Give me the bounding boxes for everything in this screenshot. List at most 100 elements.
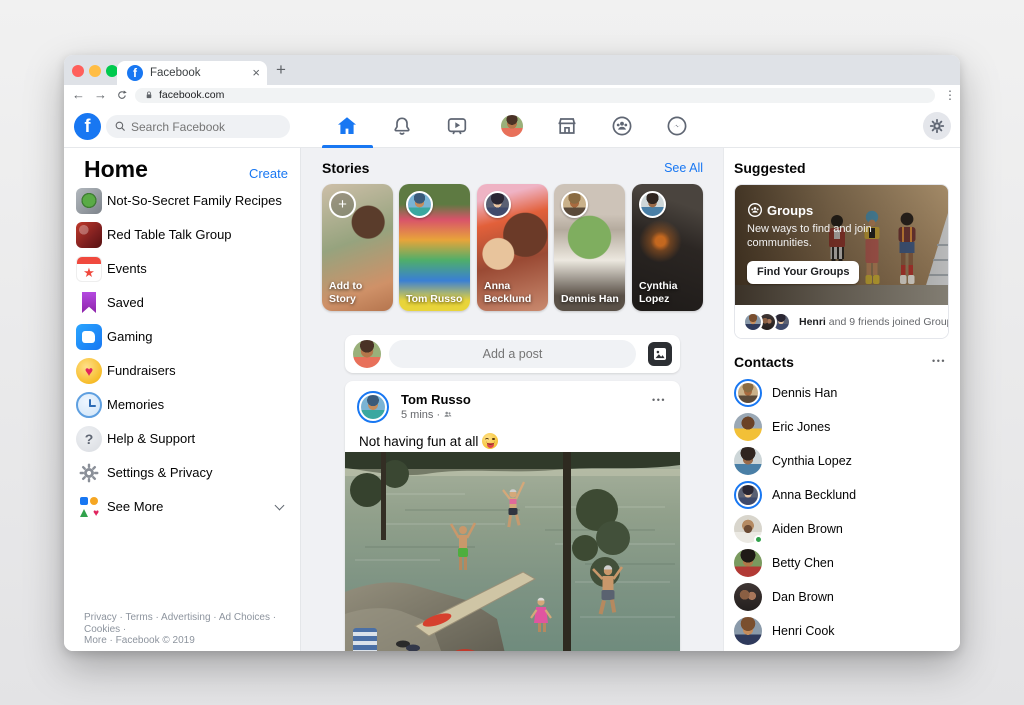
post-timestamp: 5 mins · <box>401 409 453 421</box>
feed-post: Tom Russo 5 mins · ••• Not having fun at… <box>345 381 680 651</box>
browser-tab-bar: f Facebook × + <box>64 55 960 85</box>
question-icon: ? <box>84 431 94 447</box>
composer-avatar[interactable] <box>353 340 381 368</box>
chevron-down-icon[interactable] <box>274 500 285 511</box>
marketplace-icon[interactable] <box>555 114 579 138</box>
facebook-logo[interactable]: f <box>74 113 101 140</box>
sidebar-item-see-more[interactable]: ♥ See More <box>64 490 301 524</box>
story-card-add[interactable]: + Add to Story <box>322 184 393 311</box>
sidebar-item-help[interactable]: ? Help & Support <box>64 422 301 456</box>
settings-gear-button[interactable] <box>923 112 951 140</box>
help-question-icon: ? <box>76 426 102 452</box>
contact-row[interactable]: Dan Brown <box>724 580 960 614</box>
story-card[interactable]: Cynthia Lopez <box>632 184 703 311</box>
friend-avatar <box>743 312 763 332</box>
home-tab-icon[interactable] <box>335 114 359 138</box>
sidebar-item-label: Fundraisers <box>107 363 176 378</box>
messenger-icon[interactable] <box>665 114 689 138</box>
contact-row[interactable]: Betty Chen <box>724 546 960 580</box>
close-window-button[interactable] <box>72 65 84 77</box>
contact-row[interactable]: Eric Jones <box>724 410 960 444</box>
new-tab-button[interactable]: + <box>276 55 286 85</box>
contact-name: Eric Jones <box>772 420 831 434</box>
see-all-link[interactable]: See All <box>664 161 703 175</box>
contact-avatar-story-ring <box>734 481 762 509</box>
contact-row[interactable]: Dennis Han <box>724 376 960 410</box>
suggested-heading: Suggested <box>734 160 806 176</box>
contact-avatar <box>734 583 762 611</box>
sidebar-item-settings[interactable]: Settings & Privacy <box>64 456 301 490</box>
contact-avatar <box>734 617 762 645</box>
contacts-heading: Contacts <box>734 354 794 370</box>
groups-suggestion-card[interactable]: Groups New ways to find and join communi… <box>734 184 949 339</box>
post-text: Not having fun at all <box>359 433 499 449</box>
sidebar-item-fundraisers[interactable]: ♥ Fundraisers <box>64 354 301 388</box>
groups-badge-icon <box>748 203 762 217</box>
sidebar-item-label: Gaming <box>107 329 153 344</box>
contact-avatar <box>734 413 762 441</box>
groups-icon[interactable] <box>610 114 634 138</box>
watch-video-icon[interactable] <box>445 114 469 138</box>
groups-card-title: Groups <box>767 203 814 218</box>
tab-title: Facebook <box>150 67 201 79</box>
sidebar-item-events[interactable]: ★ Events <box>64 252 301 286</box>
gear-icon <box>929 118 945 134</box>
post-photo[interactable] <box>345 452 680 651</box>
notifications-bell-icon[interactable] <box>390 114 414 138</box>
footer-line[interactable]: More · Facebook © 2019 <box>84 635 289 647</box>
close-tab-icon[interactable]: × <box>252 61 260 85</box>
add-story-plus-icon[interactable]: + <box>329 191 356 218</box>
add-post-input[interactable] <box>389 340 636 368</box>
social-proof-text: and 9 friends joined Groups <box>825 316 949 328</box>
story-avatar <box>561 191 588 218</box>
forward-icon[interactable]: → <box>94 85 107 105</box>
post-author-name[interactable]: Tom Russo <box>401 392 471 407</box>
legal-footer: Privacy · Terms · Advertising · Ad Choic… <box>84 612 289 647</box>
story-card[interactable]: Tom Russo <box>399 184 470 311</box>
contact-name: Henri Cook <box>772 624 835 638</box>
contact-row[interactable]: Cynthia Lopez <box>724 444 960 478</box>
contact-row[interactable]: Aiden Brown <box>724 512 960 546</box>
story-label: Cynthia Lopez <box>639 280 678 305</box>
sidebar-item-red-table-talk[interactable]: Red Table Talk Group <box>64 218 301 252</box>
contact-row[interactable]: Anna Becklund <box>724 478 960 512</box>
active-tab-underline <box>322 145 373 148</box>
sidebar-item-memories[interactable]: Memories <box>64 388 301 422</box>
contact-row[interactable]: Henri Cook <box>724 614 960 648</box>
create-link[interactable]: Create <box>249 166 288 181</box>
stories-heading: Stories <box>322 160 370 176</box>
footer-line[interactable]: Privacy · Terms · Advertising · Ad Choic… <box>84 612 289 635</box>
search-icon <box>115 121 125 131</box>
reload-icon[interactable] <box>116 89 128 101</box>
search-bar[interactable] <box>106 115 290 138</box>
address-bar[interactable]: facebook.com <box>135 87 935 103</box>
sidebar-item-label: Events <box>107 261 147 276</box>
see-more-shapes-icon: ♥ <box>76 494 102 520</box>
minimize-window-button[interactable] <box>89 65 101 77</box>
story-avatar <box>406 191 433 218</box>
photo-icon <box>654 348 666 360</box>
online-status-dot <box>754 535 763 544</box>
profile-avatar[interactable] <box>501 115 523 137</box>
story-card[interactable]: Anna Becklund <box>477 184 548 311</box>
browser-tab[interactable]: f Facebook × <box>117 61 267 85</box>
left-sidebar: Home Create Not-So-Secret Family Recipes… <box>64 148 301 651</box>
back-icon[interactable]: ← <box>72 85 85 105</box>
post-author-avatar[interactable] <box>357 391 389 423</box>
heart-icon: ♥ <box>84 363 94 379</box>
sidebar-item-label: Memories <box>107 397 165 412</box>
contacts-menu-icon[interactable]: ••• <box>932 356 946 366</box>
find-your-groups-button[interactable]: Find Your Groups <box>747 261 860 284</box>
sidebar-item-label: See More <box>107 499 164 514</box>
story-avatar <box>639 191 666 218</box>
sidebar-item-saved[interactable]: Saved <box>64 286 301 320</box>
memories-clock-icon <box>76 392 102 418</box>
search-input[interactable] <box>131 115 281 138</box>
gaming-icon <box>76 324 102 350</box>
story-card[interactable]: Dennis Han <box>554 184 625 311</box>
sidebar-item-gaming[interactable]: Gaming <box>64 320 301 354</box>
post-menu-icon[interactable]: ••• <box>652 395 666 405</box>
browser-menu-icon[interactable]: ⋮ <box>944 85 956 105</box>
sidebar-item-recipes[interactable]: Not-So-Secret Family Recipes <box>64 184 301 218</box>
add-photo-button[interactable] <box>648 342 672 366</box>
